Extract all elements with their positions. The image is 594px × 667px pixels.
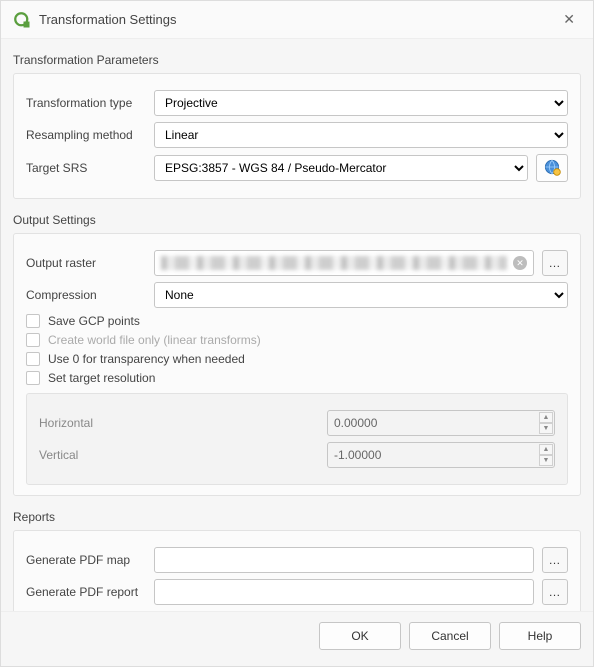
globe-icon (542, 157, 562, 180)
generate-pdf-report-input[interactable] (154, 579, 534, 605)
titlebar-left: Transformation Settings (13, 11, 177, 29)
chevron-down-icon[interactable]: ▼ (539, 423, 553, 434)
reports-label: Reports (13, 510, 581, 524)
transformation-type-select[interactable]: Projective (154, 90, 568, 116)
transformation-parameters-group: Transformation type Projective Resamplin… (13, 73, 581, 199)
zero-transparency-checkbox[interactable] (26, 352, 40, 366)
vertical-resolution-stepper[interactable]: ▲ ▼ (539, 444, 553, 466)
target-srs-label: Target SRS (26, 161, 146, 175)
set-target-resolution-label: Set target resolution (48, 371, 155, 385)
help-button[interactable]: Help (499, 622, 581, 650)
create-world-file-checkbox[interactable] (26, 333, 40, 347)
dialog-body: Transformation Parameters Transformation… (1, 39, 593, 611)
horizontal-resolution-row: Horizontal ▲ ▼ (39, 410, 555, 436)
output-raster-row: Output raster ✕ … (26, 250, 568, 276)
generate-pdf-map-label: Generate PDF map (26, 553, 146, 567)
output-raster-label: Output raster (26, 256, 146, 270)
horizontal-resolution-spin[interactable]: ▲ ▼ (327, 410, 555, 436)
target-srs-row: Target SRS EPSG:3857 - WGS 84 / Pseudo-M… (26, 154, 568, 182)
transformation-parameters-label: Transformation Parameters (13, 53, 581, 67)
compression-label: Compression (26, 288, 146, 302)
transformation-type-label: Transformation type (26, 96, 146, 110)
resampling-method-row: Resampling method Linear (26, 122, 568, 148)
qgis-icon (13, 11, 31, 29)
generate-pdf-map-input[interactable] (154, 547, 534, 573)
compression-row: Compression None (26, 282, 568, 308)
generate-pdf-map-row: Generate PDF map … (26, 547, 568, 573)
target-resolution-group: Horizontal ▲ ▼ Vertical ▲ (26, 393, 568, 485)
vertical-resolution-label: Vertical (39, 448, 319, 462)
set-target-resolution-row: Set target resolution (26, 371, 568, 385)
transformation-type-row: Transformation type Projective (26, 90, 568, 116)
create-world-file-row: Create world file only (linear transform… (26, 333, 568, 347)
horizontal-resolution-label: Horizontal (39, 416, 319, 430)
chevron-up-icon[interactable]: ▲ (539, 444, 553, 455)
browse-output-raster-button[interactable]: … (542, 250, 568, 276)
vertical-resolution-input[interactable] (327, 442, 555, 468)
output-raster-blurred-text (161, 256, 507, 270)
output-settings-group: Output raster ✕ … Compression None Save … (13, 233, 581, 496)
zero-transparency-row: Use 0 for transparency when needed (26, 352, 568, 366)
chevron-up-icon[interactable]: ▲ (539, 412, 553, 423)
browse-pdf-report-button[interactable]: … (542, 579, 568, 605)
generate-pdf-report-row: Generate PDF report … (26, 579, 568, 605)
select-crs-button[interactable] (536, 154, 568, 182)
reports-group: Generate PDF map … Generate PDF report … (13, 530, 581, 611)
save-gcp-row: Save GCP points (26, 314, 568, 328)
save-gcp-checkbox[interactable] (26, 314, 40, 328)
zero-transparency-label: Use 0 for transparency when needed (48, 352, 245, 366)
ok-button[interactable]: OK (319, 622, 401, 650)
target-srs-select[interactable]: EPSG:3857 - WGS 84 / Pseudo-Mercator (154, 155, 528, 181)
ellipsis-icon: … (549, 553, 562, 567)
button-bar: OK Cancel Help (1, 611, 593, 666)
generate-pdf-report-label: Generate PDF report (26, 585, 146, 599)
ellipsis-icon: … (549, 256, 562, 270)
horizontal-resolution-input[interactable] (327, 410, 555, 436)
save-gcp-label: Save GCP points (48, 314, 140, 328)
clear-output-raster-button[interactable]: ✕ (513, 256, 527, 270)
chevron-down-icon[interactable]: ▼ (539, 455, 553, 466)
close-button[interactable]: ✕ (557, 9, 581, 30)
browse-pdf-map-button[interactable]: … (542, 547, 568, 573)
dialog-window: Transformation Settings ✕ Transformation… (0, 0, 594, 667)
output-raster-input[interactable]: ✕ (154, 250, 534, 276)
titlebar: Transformation Settings ✕ (1, 1, 593, 39)
resampling-method-select[interactable]: Linear (154, 122, 568, 148)
vertical-resolution-row: Vertical ▲ ▼ (39, 442, 555, 468)
set-target-resolution-checkbox[interactable] (26, 371, 40, 385)
vertical-resolution-spin[interactable]: ▲ ▼ (327, 442, 555, 468)
cancel-button[interactable]: Cancel (409, 622, 491, 650)
output-settings-label: Output Settings (13, 213, 581, 227)
horizontal-resolution-stepper[interactable]: ▲ ▼ (539, 412, 553, 434)
compression-select[interactable]: None (154, 282, 568, 308)
window-title: Transformation Settings (39, 12, 177, 27)
ellipsis-icon: … (549, 585, 562, 599)
create-world-file-label: Create world file only (linear transform… (48, 333, 261, 347)
resampling-method-label: Resampling method (26, 128, 146, 142)
